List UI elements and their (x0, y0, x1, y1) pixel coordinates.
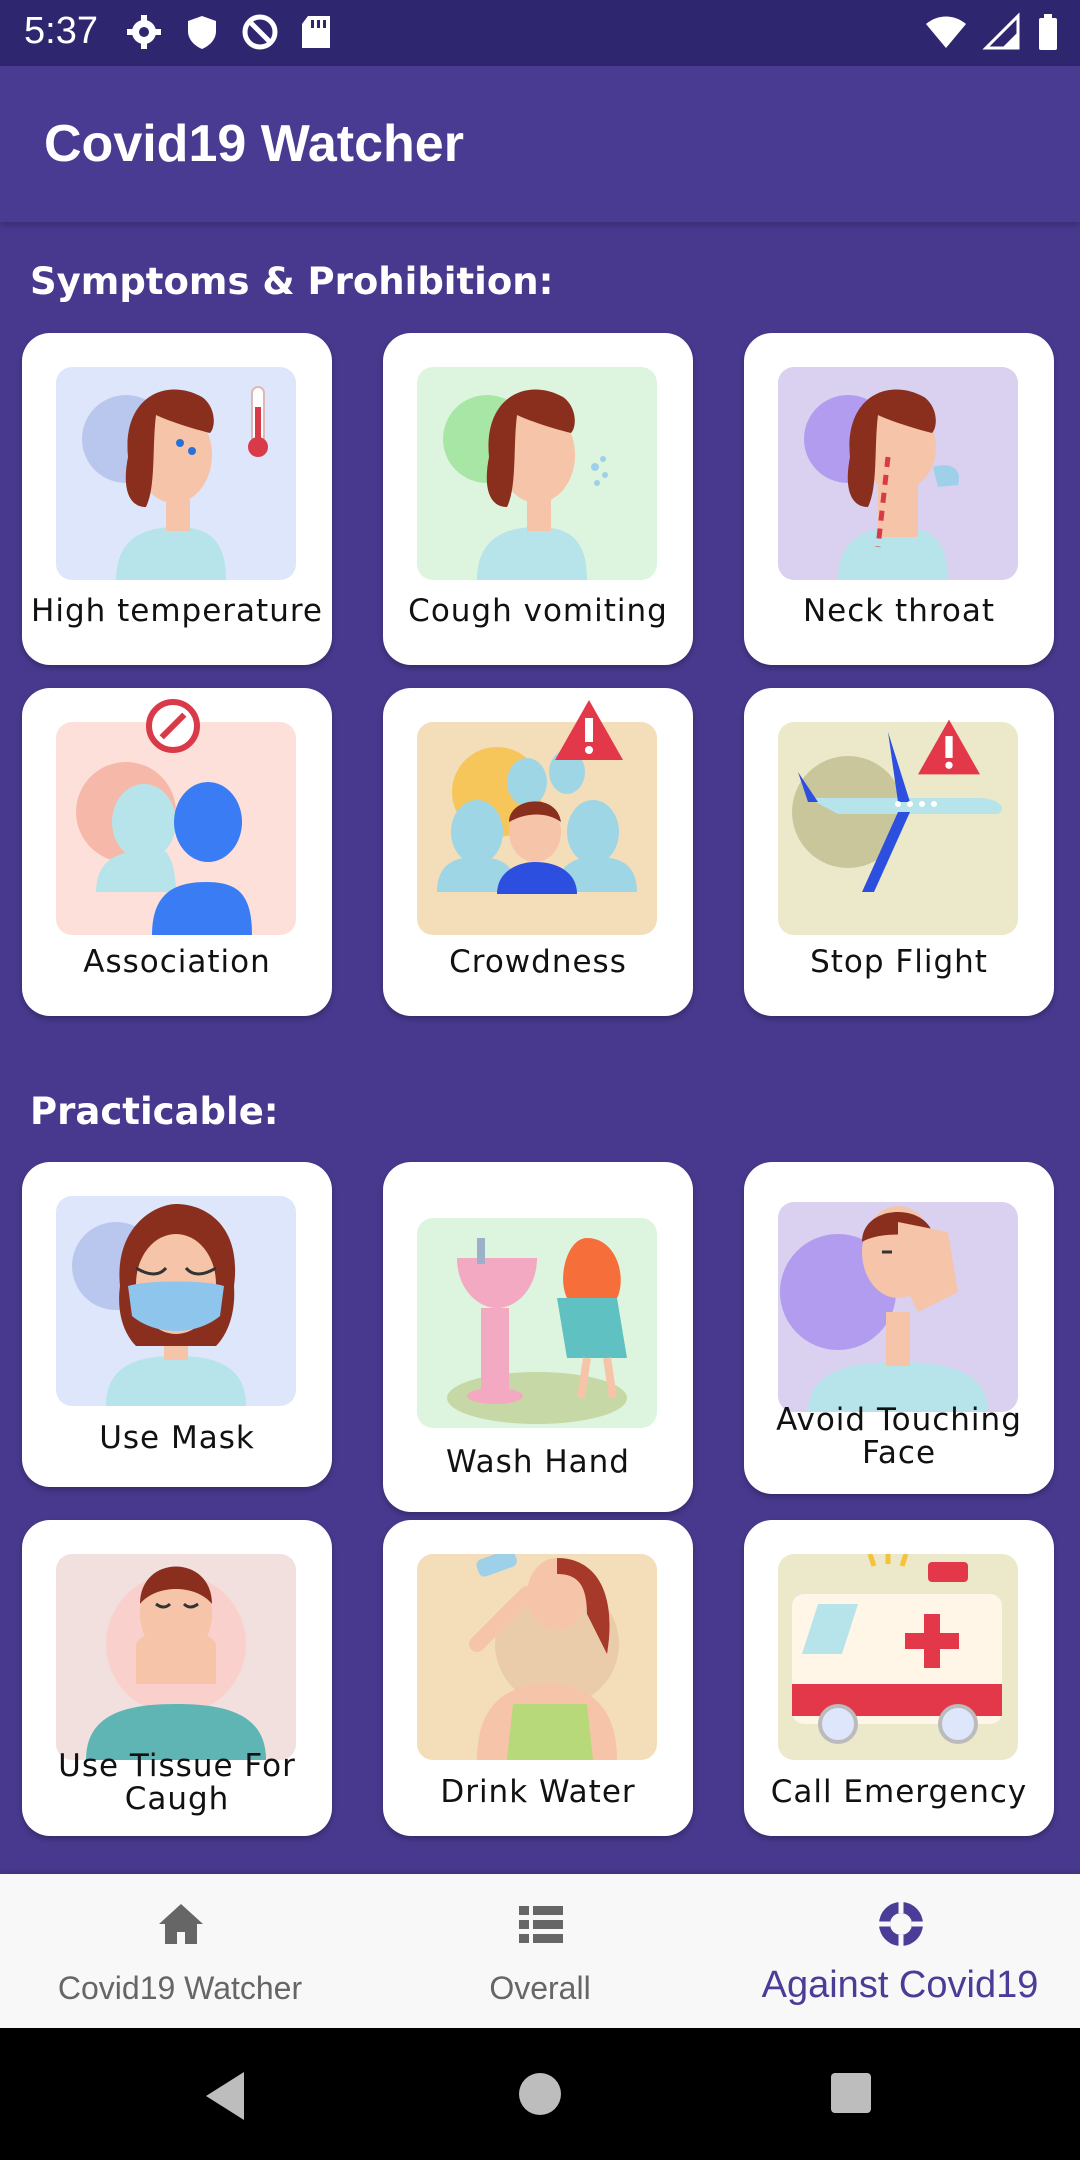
nav-label: Covid19 Watcher (57, 1970, 303, 2006)
recents-icon[interactable] (828, 2070, 874, 2116)
fever-thermometer-icon (56, 367, 296, 580)
status-time: 5:37 (24, 10, 98, 52)
card-association[interactable]: Association (22, 688, 332, 1016)
card-label: Stop Flight (810, 944, 988, 980)
card-label: Drink Water (440, 1774, 636, 1810)
card-label: Association (83, 944, 271, 980)
nav-item-covid19-watcher[interactable]: Covid19 Watcher (0, 1874, 360, 2028)
sore-throat-icon (778, 367, 1018, 580)
app-bar: Covid19 Watcher (0, 66, 1080, 222)
card-call-emergency[interactable]: Call Emergency (744, 1520, 1054, 1836)
warning-icon (918, 719, 980, 775)
card-use-mask[interactable]: Use Mask (22, 1162, 332, 1487)
card-avoid-touching-face[interactable]: Avoid Touching Face (744, 1162, 1054, 1494)
nav-item-against-covid19[interactable]: Against Covid19 (720, 1874, 1080, 2028)
ambulance-icon (778, 1554, 1018, 1760)
coughing-person-icon (417, 367, 657, 580)
home-icon (159, 1904, 203, 1944)
signal-icon (982, 12, 1020, 50)
status-bar: 5:37 (0, 0, 1080, 66)
nav-label: Overall (489, 1970, 591, 2006)
card-label: Cough vomiting (408, 593, 668, 629)
shield-icon (188, 16, 216, 49)
card-label: Neck throat (802, 593, 996, 629)
card-stop-flight[interactable]: Stop Flight (744, 688, 1054, 1016)
card-high-temperature[interactable]: High temperature (22, 333, 332, 665)
warning-icon (555, 700, 623, 760)
drinking-water-icon (417, 1554, 657, 1760)
card-label: Use Tissue For Caugh (58, 1748, 296, 1817)
nav-label: Against Covid19 (761, 1964, 1039, 2006)
symptoms-section-title: Symptoms & Prohibition: (30, 260, 554, 303)
card-cough-vomiting[interactable]: Cough vomiting (383, 333, 693, 665)
tissue-sneeze-icon (56, 1554, 296, 1760)
list-icon (519, 1906, 563, 1943)
card-label: Wash Hand (446, 1444, 630, 1480)
sd-card-icon (302, 16, 330, 48)
touching-face-icon (778, 1202, 1018, 1412)
card-drink-water[interactable]: Drink Water (383, 1520, 693, 1836)
card-wash-hand[interactable]: Wash Hand (383, 1162, 693, 1512)
bottom-navigation: Covid19 Watcher Overall Against Covid19 (0, 1874, 1080, 2028)
hand-washing-icon (417, 1218, 657, 1428)
wifi-icon (926, 16, 966, 48)
card-label: Call Emergency (770, 1774, 1028, 1810)
card-use-tissue[interactable]: Use Tissue For Caugh (22, 1520, 332, 1836)
no-sim-icon (242, 14, 278, 50)
card-label: Crowdness (449, 944, 627, 980)
back-icon[interactable] (200, 2068, 250, 2124)
face-mask-icon (56, 1196, 296, 1406)
card-neck-throat[interactable]: Neck throat (744, 333, 1054, 665)
nav-item-overall[interactable]: Overall (360, 1874, 720, 2028)
practicable-section-title: Practicable: (30, 1090, 279, 1133)
card-label: Avoid Touching Face (776, 1402, 1022, 1471)
system-navigation-bar (0, 2028, 1080, 2160)
card-label: High temperature (31, 593, 323, 629)
battery-icon (1039, 14, 1057, 50)
lifebuoy-icon (879, 1902, 923, 1946)
settings-icon (127, 15, 161, 49)
app-title: Covid19 Watcher (44, 115, 464, 173)
card-label: Use Mask (99, 1420, 255, 1456)
card-crowdness[interactable]: Crowdness (383, 688, 693, 1016)
prohibited-icon (146, 699, 200, 753)
home-button-icon[interactable] (516, 2070, 564, 2118)
